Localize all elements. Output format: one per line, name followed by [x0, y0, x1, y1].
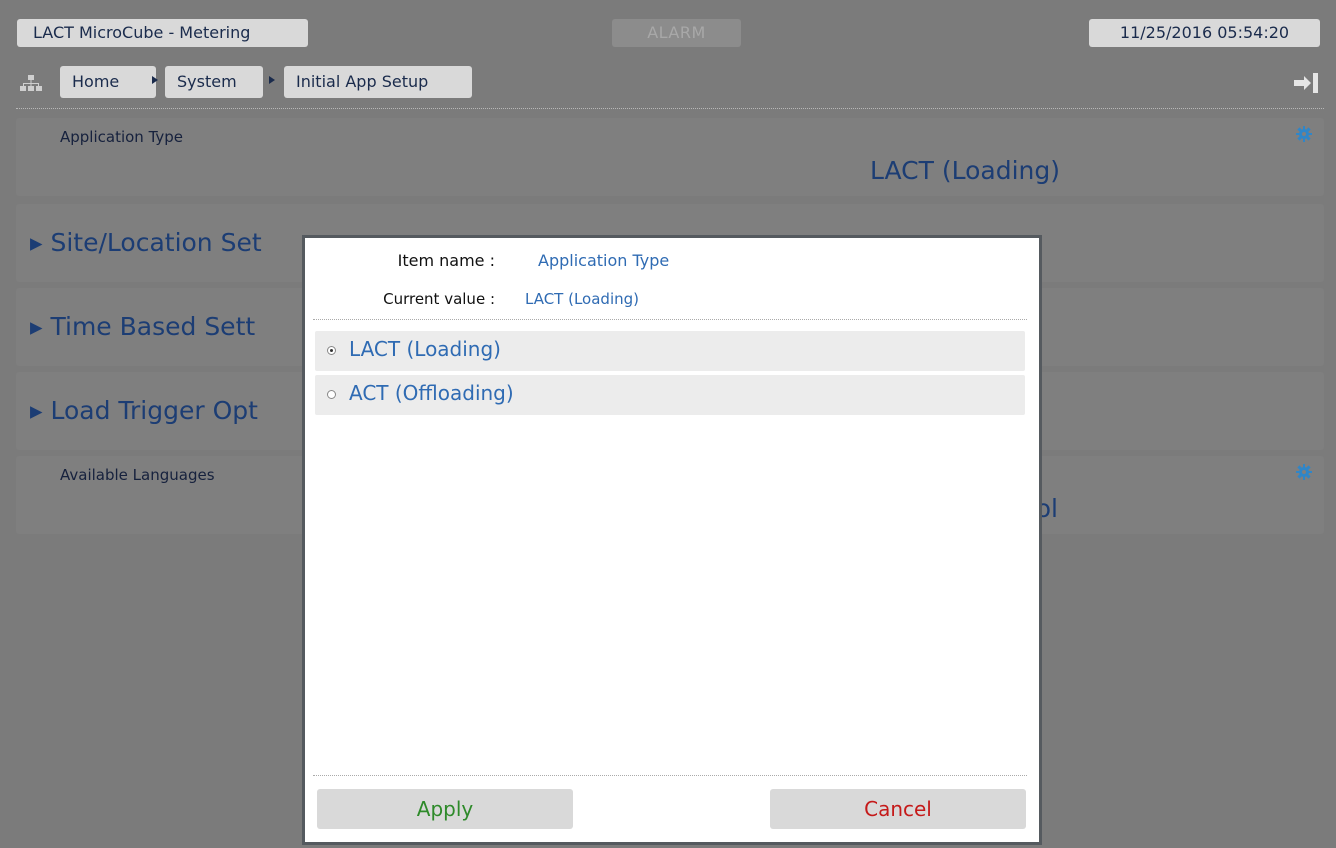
- logout-icon[interactable]: [1292, 71, 1320, 95]
- item-name-value: Application Type: [538, 251, 670, 270]
- breadcrumb-home[interactable]: Home: [60, 66, 156, 98]
- breadcrumb-label: System: [177, 72, 237, 91]
- sitemap-icon[interactable]: [20, 73, 42, 93]
- application-type-value: LACT (Loading): [870, 156, 1060, 185]
- time-based-label: ▸ Time Based Sett: [30, 312, 256, 341]
- site-location-label: ▸ Site/Location Set: [30, 228, 262, 257]
- gear-icon[interactable]: [1296, 126, 1312, 142]
- available-languages-label: Available Languages: [60, 466, 215, 484]
- breadcrumb-separator-icon: [152, 76, 158, 84]
- top-status-bar: LACT MicroCube - Metering ALARM 11/25/20…: [0, 0, 1336, 56]
- alarm-indicator[interactable]: ALARM: [612, 19, 741, 47]
- app-title: LACT MicroCube - Metering: [17, 19, 308, 47]
- breadcrumb-separator-icon: [269, 76, 275, 84]
- breadcrumb-system[interactable]: System: [165, 66, 263, 98]
- breadcrumb-initial-app-setup[interactable]: Initial App Setup: [284, 66, 472, 98]
- breadcrumb-label: Initial App Setup: [296, 72, 429, 91]
- breadcrumb-divider: [16, 108, 1324, 109]
- option-lact-loading[interactable]: LACT (Loading): [315, 331, 1025, 371]
- application-type-panel[interactable]: Application Type LACT (Loading): [16, 118, 1324, 196]
- radio-selected-icon[interactable]: [327, 346, 336, 355]
- current-value-value: LACT (Loading): [525, 290, 639, 308]
- option-label: LACT (Loading): [349, 337, 501, 361]
- breadcrumb-label: Home: [72, 72, 120, 91]
- value-selection-dialog: Item name : Application Type Current val…: [302, 235, 1042, 845]
- radio-unselected-icon[interactable]: [327, 390, 336, 399]
- gear-icon[interactable]: [1296, 464, 1312, 480]
- datetime-display: 11/25/2016 05:54:20: [1089, 19, 1320, 47]
- option-act-offloading[interactable]: ACT (Offloading): [315, 375, 1025, 415]
- current-value-label: Current value :: [383, 290, 495, 308]
- apply-button[interactable]: Apply: [317, 789, 573, 829]
- application-type-label: Application Type: [60, 128, 184, 146]
- cancel-button[interactable]: Cancel: [770, 789, 1026, 829]
- dialog-divider: [313, 319, 1027, 320]
- option-label: ACT (Offloading): [349, 381, 514, 405]
- dialog-divider: [313, 775, 1027, 776]
- load-trigger-label: ▸ Load Trigger Opt: [30, 396, 258, 425]
- item-name-label: Item name :: [397, 251, 495, 270]
